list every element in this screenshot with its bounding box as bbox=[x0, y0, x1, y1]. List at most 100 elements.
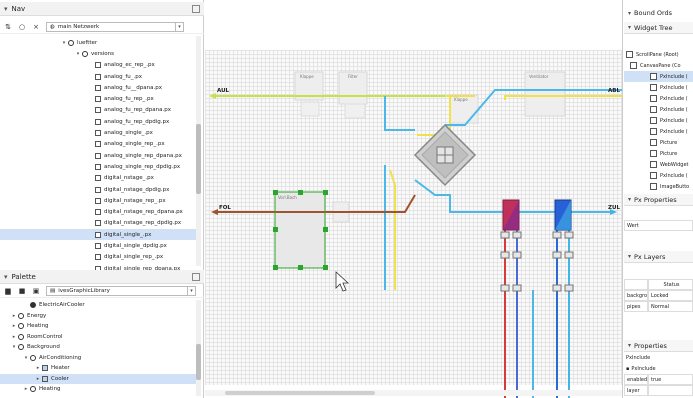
expand-icon[interactable]: ▸ bbox=[10, 334, 18, 340]
px-editor-canvas[interactable]: AUL ABL FOL ZUL Klappe Filter Ventilator… bbox=[205, 0, 623, 398]
widget-tree-label: ImageButto bbox=[660, 183, 690, 190]
palette-tree-item[interactable]: ▾ Background bbox=[0, 342, 196, 353]
collapse-icon[interactable]: ▾ bbox=[628, 253, 631, 260]
widget-tree-item[interactable]: WebWidget bbox=[624, 159, 693, 170]
nav-tree-item[interactable]: digital_single_rep_.px bbox=[0, 252, 196, 263]
palette-scroll-thumb[interactable] bbox=[196, 344, 201, 380]
nav-tree-item[interactable]: analog_single_rep_.px bbox=[0, 139, 196, 150]
palette-tree-item[interactable]: ▸ Heating bbox=[0, 321, 196, 332]
px-file-icon bbox=[95, 197, 101, 204]
nav-tree-item[interactable]: analog_fu_rep_dpdig.px bbox=[0, 116, 196, 127]
widget-tree-item[interactable]: CanvasPane (Co bbox=[624, 60, 693, 71]
px-layers-header[interactable]: ▾ Px Layers bbox=[624, 251, 693, 263]
properties-header[interactable]: ▾ Properties bbox=[624, 340, 693, 352]
collapse-icon[interactable]: ▾ bbox=[4, 5, 8, 13]
expand-icon[interactable]: ▾ bbox=[60, 40, 68, 46]
selected-widget-box[interactable] bbox=[274, 191, 326, 269]
expand-icon[interactable]: ▸ bbox=[10, 313, 18, 319]
property-value[interactable]: true bbox=[648, 374, 693, 385]
maximize-icon[interactable] bbox=[192, 4, 200, 13]
nav-tree-item[interactable]: digital_nstage_rep_.px bbox=[0, 195, 196, 206]
px-properties-header[interactable]: ▾ Px Properties bbox=[624, 194, 693, 206]
nav-scroll-thumb[interactable] bbox=[196, 124, 201, 194]
maximize-icon[interactable] bbox=[192, 272, 200, 281]
expand-icon[interactable]: ▸ bbox=[34, 365, 42, 371]
widget-tree-header[interactable]: ▾ Widget Tree bbox=[624, 22, 693, 34]
nav-header: ▾ Nav bbox=[0, 2, 204, 16]
widget-tree-item[interactable]: PxInclude ( bbox=[624, 93, 693, 104]
expand-icon[interactable]: ▾ bbox=[22, 355, 30, 361]
expand-icon[interactable]: ▾ bbox=[74, 51, 82, 57]
property-row[interactable]: enabled true bbox=[624, 374, 693, 385]
nav-title: Nav bbox=[11, 4, 26, 13]
collapse-icon[interactable]: ▾ bbox=[628, 196, 631, 203]
left-panel: ▾ Nav ⇅ ○ × ◍ main Netzwerk ▾ ▾ lueftter ▾… bbox=[0, 0, 204, 398]
expand-icon[interactable]: ▾ bbox=[10, 344, 18, 350]
collapse-icon[interactable]: ▾ bbox=[628, 10, 631, 17]
palette-tree-item[interactable]: ▸ Cooler bbox=[0, 373, 196, 384]
widget-tree-item[interactable]: Picture bbox=[624, 137, 693, 148]
save-icon[interactable]: ▣ bbox=[32, 287, 40, 295]
palette-tree-item[interactable]: ▸ RoomControl bbox=[0, 332, 196, 343]
chevron-down-icon[interactable]: ▾ bbox=[175, 22, 183, 31]
nav-tree-item[interactable]: ▾ versions bbox=[0, 48, 196, 59]
bound-ords-header[interactable]: ▾ Bound Ords bbox=[624, 7, 693, 19]
widget-tree-item[interactable]: PxInclude ( bbox=[624, 126, 693, 137]
collapse-icon[interactable]: ▾ bbox=[628, 342, 631, 349]
nav-tree-item[interactable]: analog_fu_.px bbox=[0, 71, 196, 82]
widget-tree-item[interactable]: PxInclude ( bbox=[624, 170, 693, 181]
open-icon[interactable]: ■ bbox=[18, 287, 26, 295]
collapse-icon[interactable]: ▾ bbox=[628, 24, 631, 31]
nav-tree-item[interactable]: digital_single_dpdig.px bbox=[0, 240, 196, 251]
nav-tree-item[interactable]: analog_single_rep_dpdig.px bbox=[0, 161, 196, 172]
properties-section[interactable]: ▪ PxInclude bbox=[626, 366, 656, 372]
property-value[interactable] bbox=[648, 385, 693, 396]
px-layers-table: Status background Locked pipes Normal bbox=[624, 279, 693, 312]
canvas-hscrollbar[interactable] bbox=[205, 390, 622, 396]
nav-tree-item[interactable]: digital_single_.px bbox=[0, 229, 196, 241]
expand-icon[interactable]: ▸ bbox=[10, 323, 18, 329]
canvas-hscroll-thumb[interactable] bbox=[225, 391, 375, 395]
property-row[interactable]: layer bbox=[624, 385, 693, 396]
palette-tree-item[interactable]: ▸ Heater bbox=[0, 363, 196, 374]
nav-tree-item[interactable]: analog_fu_rep_.px bbox=[0, 93, 196, 104]
nav-tree-item[interactable]: digital_nstage_dpdig.px bbox=[0, 184, 196, 195]
nav-tree-item[interactable]: analog_fu_rep_dpana.px bbox=[0, 105, 196, 116]
palette-tree-item[interactable]: ElectricAirCooler bbox=[0, 300, 196, 311]
folder-icon[interactable]: ▆ bbox=[4, 287, 12, 295]
expand-icon[interactable]: ▸ bbox=[34, 376, 42, 382]
nav-tree-item[interactable]: ▾ lueftter bbox=[0, 37, 196, 48]
expand-icon[interactable]: ▸ bbox=[22, 386, 30, 392]
widget-tree-item[interactable]: ImageButto bbox=[624, 181, 693, 192]
widget-tree-item[interactable]: PxInclude ( bbox=[624, 104, 693, 115]
palette-tree-item[interactable]: ▸ Energy bbox=[0, 311, 196, 322]
layer-row[interactable]: pipes Normal bbox=[624, 301, 693, 312]
nav-scrollbar[interactable] bbox=[196, 36, 201, 266]
sync-icon[interactable]: ⇅ bbox=[4, 23, 12, 31]
widget-tree-item[interactable]: PxInclude ( bbox=[624, 71, 693, 82]
refresh-icon[interactable]: ○ bbox=[18, 23, 26, 31]
collapse-icon[interactable]: ▾ bbox=[4, 273, 8, 281]
nav-tree-item[interactable]: analog_ec_rep_.px bbox=[0, 60, 196, 71]
widget-tree-item[interactable]: PxInclude ( bbox=[624, 82, 693, 93]
palette-scrollbar[interactable] bbox=[196, 300, 201, 396]
nav-tree-item[interactable]: analog_single_.px bbox=[0, 127, 196, 138]
nav-tree-item[interactable]: analog_single_rep_dpana.px bbox=[0, 150, 196, 161]
palette-tree-label: RoomControl bbox=[27, 333, 63, 340]
widget-tree-item[interactable]: ScrollPane (Root) bbox=[624, 49, 693, 60]
nav-tree-item[interactable]: digital_nstage_.px bbox=[0, 173, 196, 184]
palette-tree-item[interactable]: ▾ AirConditioning bbox=[0, 353, 196, 364]
palette-tree-item[interactable]: ▸ Heating bbox=[0, 384, 196, 395]
nav-tree-item[interactable]: digital_nstage_rep_dpdig.px bbox=[0, 218, 196, 229]
close-icon[interactable]: × bbox=[32, 23, 40, 31]
widget-tree-item[interactable]: PxInclude ( bbox=[624, 115, 693, 126]
station-select[interactable]: ◍ main Netzwerk ▾ bbox=[46, 21, 184, 32]
nav-tree-item[interactable]: digital_nstage_rep_dpana.px bbox=[0, 206, 196, 217]
nav-tree-item[interactable]: analog_fu__dpana.px bbox=[0, 82, 196, 93]
widget-tree-label: PxInclude ( bbox=[660, 95, 688, 102]
library-select[interactable]: ▤ ivesGraphicLibrary ▾ bbox=[46, 285, 196, 296]
layer-row[interactable]: background Locked bbox=[624, 290, 693, 301]
widget-tree-item[interactable]: Picture bbox=[624, 148, 693, 159]
nav-tree-label: analog_fu_rep_dpdig.px bbox=[104, 118, 170, 125]
chevron-down-icon[interactable]: ▾ bbox=[187, 286, 195, 295]
